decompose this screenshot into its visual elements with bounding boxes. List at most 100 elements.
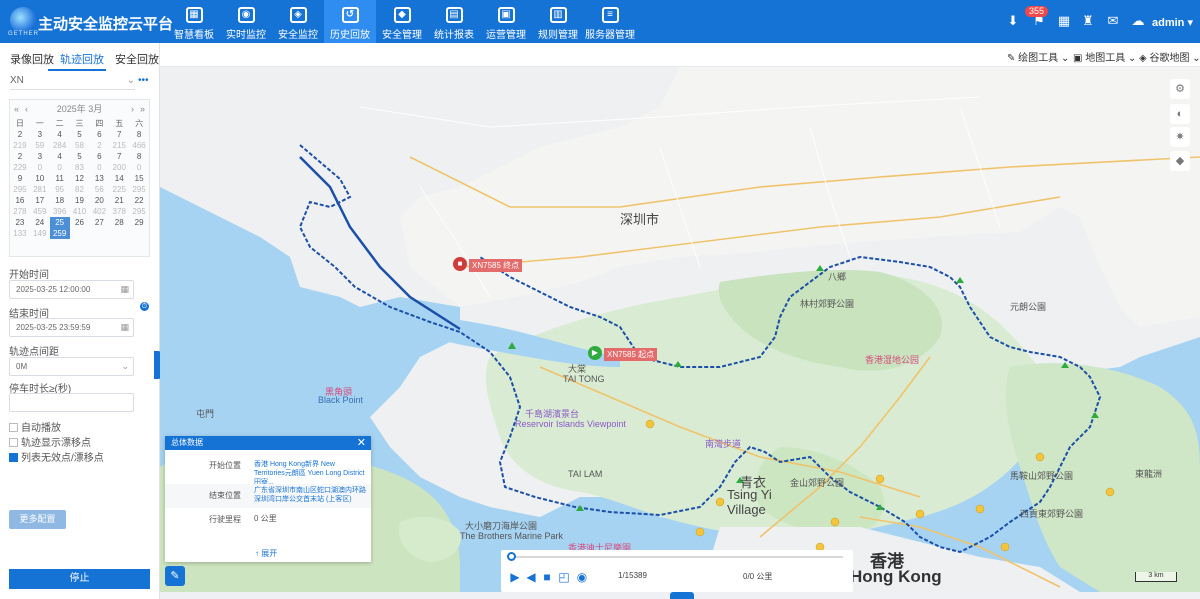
tab-safety-playback[interactable]: 安全回放 xyxy=(115,51,159,67)
close-icon[interactable]: ✕ xyxy=(357,436,366,450)
calendar-day[interactable]: 27 xyxy=(89,217,109,228)
map-refresh-icon[interactable]: ✷ xyxy=(1170,127,1190,147)
nav-item-7[interactable]: ▣ 运营管理 xyxy=(480,0,532,43)
show-drift-checkbox[interactable]: 轨迹显示漂移点 xyxy=(9,434,91,449)
calendar-count: 2 xyxy=(97,141,102,150)
layers-icon[interactable]: ◰ xyxy=(558,570,570,584)
calendar-count: 402 xyxy=(92,207,107,216)
calendar-day[interactable]: 6 xyxy=(89,151,109,162)
start-marker-icon[interactable]: ▶ xyxy=(588,346,602,360)
calendar: « ‹ 2025年 3月 » › 日一二三四五六 2 3 4 5 6 7 8 219 59 284… xyxy=(9,99,150,257)
stop-button[interactable]: 停止 xyxy=(9,569,150,589)
list-invalid-checkbox[interactable]: 列表无效点/漂移点 xyxy=(9,449,104,464)
nav-item-9[interactable]: ≡ 服务器管理 xyxy=(584,0,636,43)
calendar-day[interactable]: 12 xyxy=(70,173,90,184)
clock-icon[interactable]: ⏱ xyxy=(140,302,149,311)
stop-duration-input[interactable] xyxy=(9,393,134,412)
nav-item-6[interactable]: ▤ 统计报表 xyxy=(428,0,480,43)
nav-item-4[interactable]: ↺ 历史回放 xyxy=(324,0,376,43)
calendar-day[interactable]: 8 xyxy=(129,129,149,140)
map-settings-icon[interactable]: ⚙ xyxy=(1170,79,1190,99)
point-interval-select[interactable]: 0M ⌄ xyxy=(9,357,134,376)
nav-item-3[interactable]: ◈ 安全监控 xyxy=(272,0,324,43)
calendar-day[interactable]: 5 xyxy=(70,129,90,140)
calendar-day[interactable]: 7 xyxy=(109,129,129,140)
calendar-day[interactable]: 24 xyxy=(30,217,50,228)
tab-track-playback[interactable]: 轨迹回放 xyxy=(60,51,104,67)
calendar-day[interactable]: 3 xyxy=(30,151,50,162)
end-location-value[interactable]: 广东省深圳市南山区蛇口湖澳内环路深圳湾口岸公交首末站 (上客区) xyxy=(254,486,367,504)
calendar-day[interactable]: 4 xyxy=(50,151,70,162)
calendar-day[interactable]: 29 xyxy=(129,217,149,228)
next-year-icon[interactable]: » xyxy=(140,100,145,118)
nav-item-8[interactable]: ▥ 规则管理 xyxy=(532,0,584,43)
rewind-icon[interactable]: ◀ xyxy=(525,570,537,584)
map-layer-icon[interactable]: ◐ xyxy=(1170,104,1190,124)
calendar-day[interactable]: 28 xyxy=(109,217,129,228)
tab-video-playback[interactable]: 录像回放 xyxy=(10,51,54,67)
start-location-value[interactable]: 香港 Hong Kong新界 New Territories元朗區 Yuen L… xyxy=(254,460,367,487)
cloud-icon[interactable]: ☁ xyxy=(1130,14,1146,28)
calendar-day[interactable]: 17 xyxy=(30,195,50,206)
end-time-input[interactable]: 2025-03-25 23:59:59 ▦ xyxy=(9,318,134,337)
prev-month-icon[interactable]: ‹ xyxy=(25,100,28,118)
notes-icon[interactable]: ✎ xyxy=(165,566,185,586)
nav-item-5[interactable]: ◆ 安全管理 xyxy=(376,0,428,43)
calendar-day[interactable]: 19 xyxy=(70,195,90,206)
map-tool-menu[interactable]: ▣ 地图工具 ⌄ xyxy=(1073,49,1136,64)
calendar-count: 0 xyxy=(37,163,43,172)
calendar-day[interactable]: 22 xyxy=(129,195,149,206)
playback-progress-knob[interactable] xyxy=(507,552,516,561)
map-label-tsing-yi-en: Tsing Yi xyxy=(727,487,772,502)
prev-year-icon[interactable]: « xyxy=(14,100,19,118)
more-config-button[interactable]: 更多配置 xyxy=(9,510,66,529)
vehicle-select[interactable]: XN ⌄ xyxy=(10,75,135,90)
calendar-count xyxy=(89,228,109,239)
nav-item-1[interactable]: ▦ 智慧看板 xyxy=(168,0,220,43)
calendar-day[interactable]: 18 xyxy=(50,195,70,206)
playback-progress-track[interactable] xyxy=(511,556,843,558)
calendar-day[interactable]: 14 xyxy=(109,173,129,184)
grid-icon[interactable]: ▦ xyxy=(1056,14,1072,28)
calendar-day[interactable]: 3 xyxy=(30,129,50,140)
calendar-day[interactable]: 6 xyxy=(89,129,109,140)
mail-icon[interactable]: ✉ xyxy=(1105,14,1121,28)
more-icon[interactable]: ••• xyxy=(138,75,149,86)
bottom-panel-toggle[interactable] xyxy=(670,592,694,599)
nav-item-2[interactable]: ◉ 实时监控 xyxy=(220,0,272,43)
map-label-hk-wetland: 香港湿地公园 xyxy=(865,355,920,365)
start-time-input[interactable]: 2025-03-25 12:00:00 ▦ xyxy=(9,280,134,299)
calendar-day[interactable]: 9 xyxy=(10,173,30,184)
next-month-icon[interactable]: › xyxy=(131,100,134,118)
calendar-day[interactable]: 26 xyxy=(70,217,90,228)
calendar-day[interactable]: 2 xyxy=(10,151,30,162)
calendar-day[interactable]: 4 xyxy=(50,129,70,140)
calendar-day[interactable]: 13 xyxy=(89,173,109,184)
calendar-day[interactable]: 16 xyxy=(10,195,30,206)
calendar-day[interactable]: 8 xyxy=(129,151,149,162)
calendar-day[interactable]: 11 xyxy=(50,173,70,184)
calendar-day[interactable]: 10 xyxy=(30,173,50,184)
draw-tool-menu[interactable]: ✎ 绘图工具 ⌄ xyxy=(1007,49,1069,64)
map-scale: 3 km xyxy=(1135,572,1177,582)
download-icon[interactable]: ⬇ xyxy=(1005,14,1021,28)
calendar-day[interactable]: 20 xyxy=(89,195,109,206)
calendar-day[interactable]: 23 xyxy=(10,217,30,228)
auto-play-checkbox[interactable]: 自动播放 xyxy=(9,419,61,434)
map-provider-menu[interactable]: ◈ 谷歌地图 ⌄ xyxy=(1139,49,1200,64)
calendar-day[interactable]: 5 xyxy=(70,151,90,162)
app-logo xyxy=(10,7,36,33)
speed-icon[interactable]: ◉ xyxy=(576,570,588,584)
calendar-day[interactable]: 21 xyxy=(109,195,129,206)
calendar-day[interactable]: 2 xyxy=(10,129,30,140)
stop-icon[interactable]: ■ xyxy=(541,570,553,584)
calendar-day[interactable]: 7 xyxy=(109,151,129,162)
play-icon[interactable]: ▶ xyxy=(509,570,521,584)
user-menu[interactable]: admin ▾ xyxy=(1152,16,1193,29)
calendar-day[interactable]: 25 xyxy=(49,217,70,228)
expand-button[interactable]: ↑ 展开 xyxy=(255,548,277,559)
map-3d-icon[interactable]: ◆ xyxy=(1170,151,1190,171)
shirt-icon[interactable]: ♜ xyxy=(1080,14,1096,28)
calendar-day[interactable]: 15 xyxy=(129,173,149,184)
end-marker-icon[interactable]: ■ xyxy=(453,257,467,271)
